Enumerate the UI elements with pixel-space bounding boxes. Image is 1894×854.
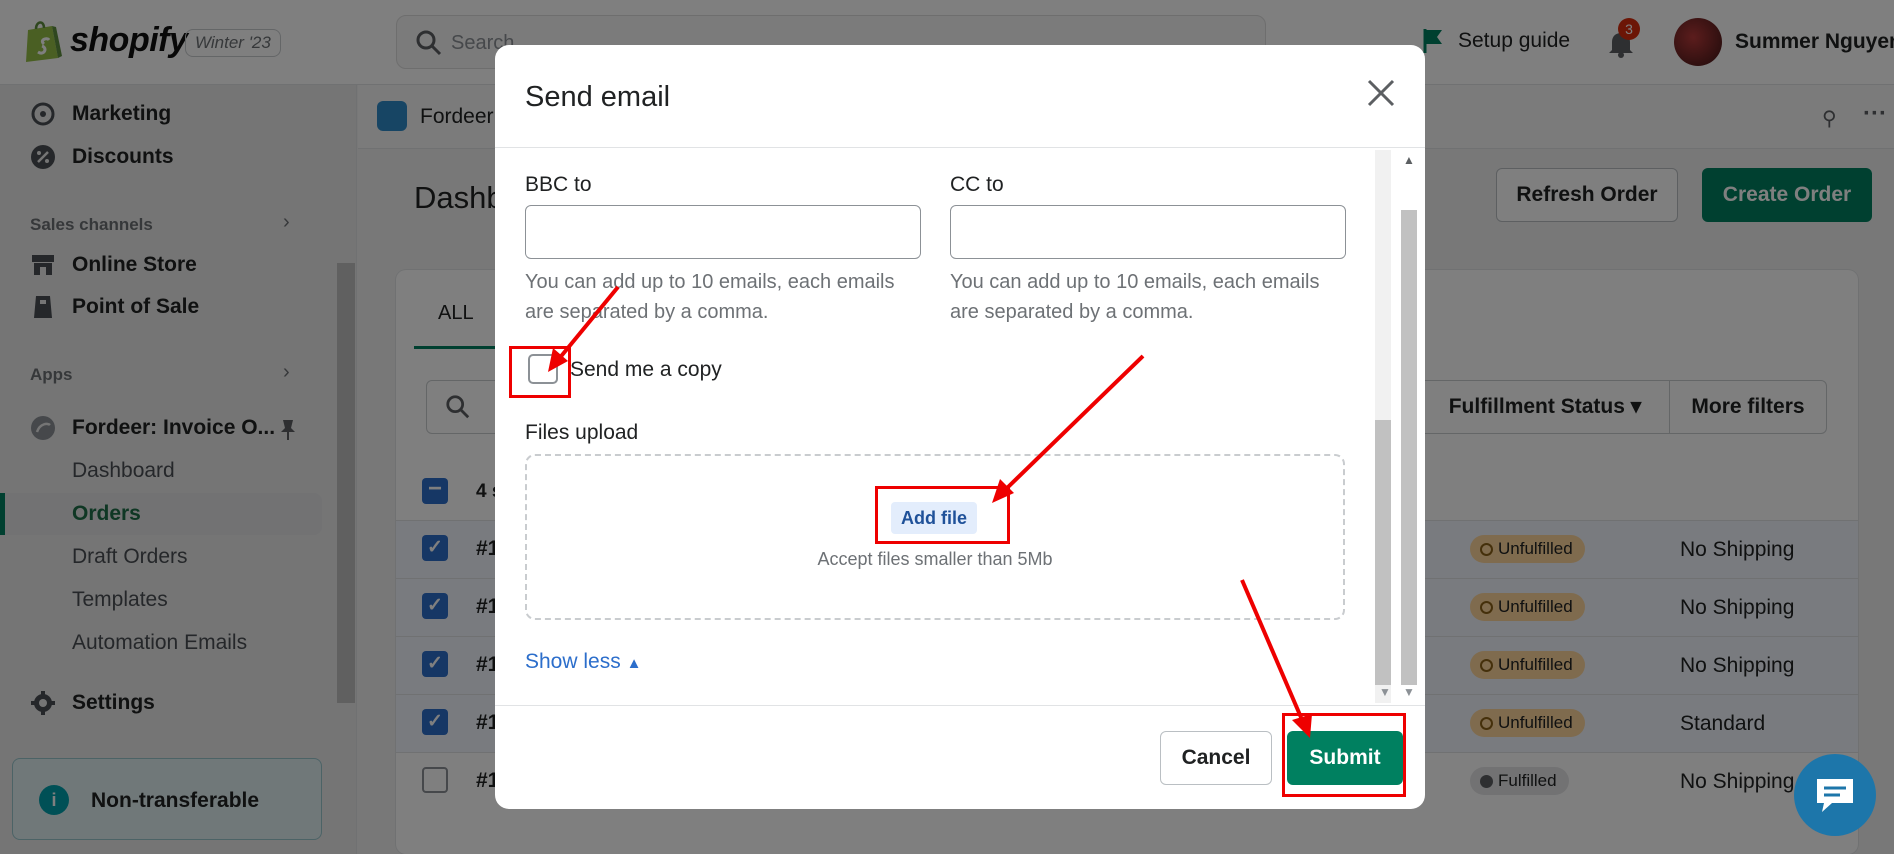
close-icon[interactable] bbox=[1361, 73, 1401, 113]
scroll-up-icon[interactable]: ▲ bbox=[1403, 153, 1415, 167]
cc-help-text: You can add up to 10 emails, each emails… bbox=[950, 271, 1320, 323]
scroll-down-icon[interactable]: ▼ bbox=[1403, 685, 1415, 699]
caret-up-icon: ▲ bbox=[626, 655, 642, 672]
bcc-input[interactable] bbox=[525, 205, 921, 259]
show-less-label: Show less bbox=[525, 650, 621, 673]
divider bbox=[495, 147, 1425, 148]
highlight-box bbox=[509, 346, 571, 398]
scroll-down-icon[interactable]: ▼ bbox=[1379, 685, 1391, 699]
modal-outer-scrollbar[interactable] bbox=[1401, 210, 1417, 685]
bcc-help-text: You can add up to 10 emails, each emails… bbox=[525, 271, 895, 323]
highlight-box bbox=[1282, 713, 1406, 797]
send-email-modal: Send email BBC to You can add up to 10 e… bbox=[495, 45, 1425, 809]
show-less-link[interactable]: Show less ▲ bbox=[525, 650, 641, 674]
highlight-box bbox=[875, 486, 1010, 544]
modal-scrollbar-thumb[interactable] bbox=[1375, 420, 1391, 685]
chat-icon bbox=[1817, 779, 1853, 812]
accept-files-text: Accept files smaller than 5Mb bbox=[817, 549, 1053, 569]
cc-input[interactable] bbox=[950, 205, 1346, 259]
cancel-button[interactable]: Cancel bbox=[1160, 731, 1272, 785]
modal-title: Send email bbox=[525, 81, 671, 113]
chat-button[interactable] bbox=[1794, 754, 1876, 836]
cc-label: CC to bbox=[950, 173, 1004, 196]
files-upload-label: Files upload bbox=[525, 421, 639, 444]
divider bbox=[495, 705, 1425, 706]
send-copy-label[interactable]: Send me a copy bbox=[570, 358, 722, 382]
bcc-label: BBC to bbox=[525, 173, 592, 196]
